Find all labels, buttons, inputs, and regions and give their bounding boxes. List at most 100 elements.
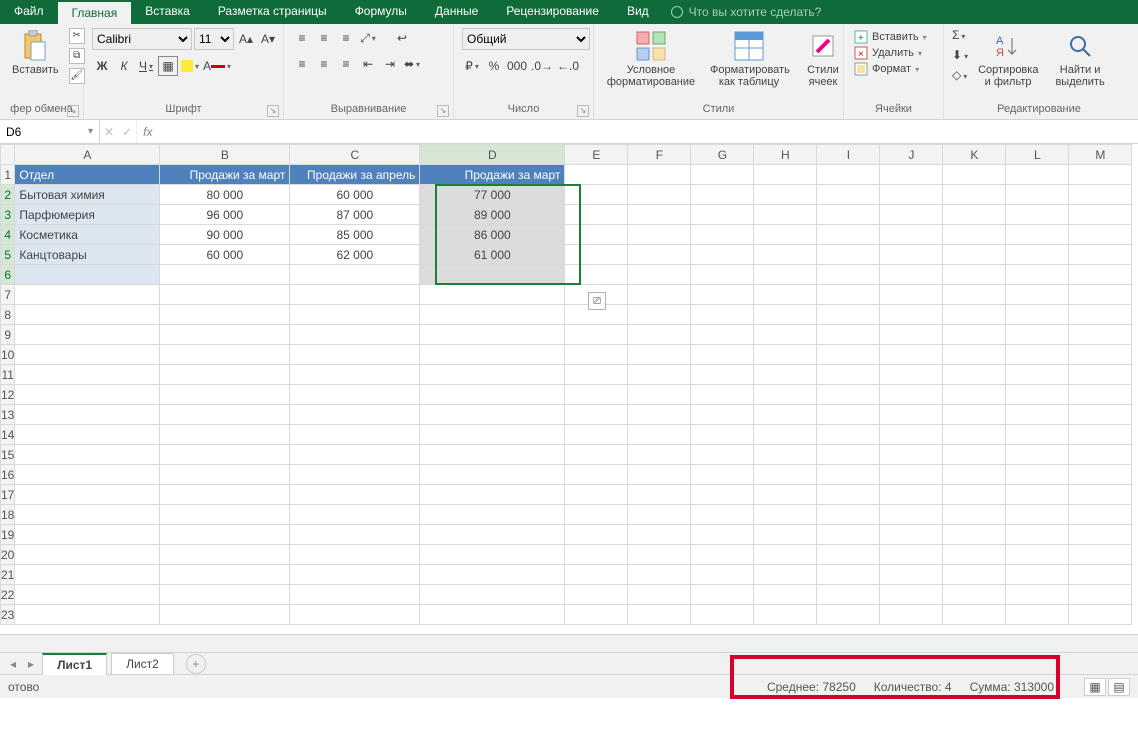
sheet-tab-2[interactable]: Лист2 <box>111 653 174 674</box>
cell[interactable]: Продажи за март <box>160 165 290 185</box>
font-color-button[interactable]: A <box>202 56 232 76</box>
tab-file[interactable]: Файл <box>0 0 58 24</box>
cell[interactable]: 96 000 <box>160 205 290 225</box>
worksheet-grid[interactable]: A B C D E F G H I J K L M 1ОтделПродажи … <box>0 144 1138 634</box>
cell[interactable] <box>420 605 565 625</box>
cell[interactable] <box>290 365 420 385</box>
cell[interactable] <box>691 385 754 405</box>
cell[interactable] <box>691 225 754 245</box>
cell[interactable] <box>691 425 754 445</box>
cell[interactable] <box>1069 305 1132 325</box>
cell[interactable] <box>1006 405 1069 425</box>
cell[interactable] <box>880 465 943 485</box>
cell[interactable] <box>943 585 1006 605</box>
copy-button[interactable]: ⧉ <box>69 48 85 64</box>
cell[interactable] <box>290 445 420 465</box>
cell[interactable] <box>691 245 754 265</box>
font-launcher[interactable]: ↘ <box>267 105 279 117</box>
cell[interactable] <box>943 325 1006 345</box>
cell[interactable] <box>1069 165 1132 185</box>
row-header[interactable]: 5 <box>1 245 15 265</box>
cell[interactable] <box>628 385 691 405</box>
cell[interactable] <box>691 525 754 545</box>
col-header-f[interactable]: F <box>628 145 691 165</box>
cell[interactable]: 90 000 <box>160 225 290 245</box>
cell[interactable] <box>943 205 1006 225</box>
cell[interactable] <box>15 445 160 465</box>
align-middle-button[interactable]: ≡ <box>314 28 334 48</box>
cell[interactable] <box>420 525 565 545</box>
cell[interactable] <box>420 385 565 405</box>
cell[interactable] <box>160 305 290 325</box>
row-header[interactable]: 7 <box>1 285 15 305</box>
cell[interactable] <box>880 285 943 305</box>
cell[interactable] <box>420 305 565 325</box>
cell[interactable]: 80 000 <box>160 185 290 205</box>
cell[interactable] <box>1006 225 1069 245</box>
cell[interactable] <box>1006 465 1069 485</box>
cell[interactable] <box>1006 205 1069 225</box>
cell[interactable]: 85 000 <box>290 225 420 245</box>
cell[interactable] <box>628 165 691 185</box>
row-header[interactable]: 16 <box>1 465 15 485</box>
cell[interactable] <box>290 505 420 525</box>
cell[interactable] <box>290 485 420 505</box>
cell[interactable] <box>754 565 817 585</box>
col-header-i[interactable]: I <box>817 145 880 165</box>
cell[interactable] <box>880 585 943 605</box>
cell[interactable] <box>160 525 290 545</box>
cell[interactable] <box>160 365 290 385</box>
insert-cells-button[interactable]: +Вставить▾ <box>854 30 933 44</box>
cell[interactable] <box>628 505 691 525</box>
col-header-k[interactable]: K <box>943 145 1006 165</box>
cell[interactable] <box>1006 325 1069 345</box>
autosum-button[interactable]: Σ <box>952 28 968 42</box>
cell[interactable] <box>817 445 880 465</box>
cell[interactable] <box>1006 505 1069 525</box>
cell[interactable] <box>628 205 691 225</box>
number-launcher[interactable]: ↘ <box>577 105 589 117</box>
cell[interactable] <box>565 365 628 385</box>
cell[interactable] <box>628 245 691 265</box>
cell[interactable] <box>420 485 565 505</box>
cell[interactable] <box>565 425 628 445</box>
cell[interactable] <box>565 505 628 525</box>
cell[interactable] <box>565 545 628 565</box>
cell[interactable] <box>1069 405 1132 425</box>
cell[interactable] <box>880 165 943 185</box>
col-header-c[interactable]: C <box>290 145 420 165</box>
cell[interactable] <box>880 425 943 445</box>
cell[interactable] <box>15 265 160 285</box>
cell[interactable] <box>628 405 691 425</box>
cell[interactable] <box>817 425 880 445</box>
enter-formula-button[interactable]: ✓ <box>122 125 132 139</box>
cell[interactable] <box>565 265 628 285</box>
cell[interactable] <box>290 325 420 345</box>
cell[interactable] <box>420 445 565 465</box>
cell[interactable] <box>943 265 1006 285</box>
cell[interactable] <box>1069 585 1132 605</box>
cell[interactable] <box>691 325 754 345</box>
cell[interactable] <box>691 465 754 485</box>
cell[interactable] <box>290 405 420 425</box>
comma-style-button[interactable]: 000 <box>506 56 528 76</box>
cell[interactable] <box>15 365 160 385</box>
col-header-g[interactable]: G <box>691 145 754 165</box>
row-header[interactable]: 17 <box>1 485 15 505</box>
cell[interactable] <box>817 205 880 225</box>
cell[interactable] <box>420 365 565 385</box>
cell[interactable] <box>943 345 1006 365</box>
cell[interactable] <box>817 505 880 525</box>
row-header[interactable]: 2 <box>1 185 15 205</box>
font-name-select[interactable]: Calibri <box>92 28 192 50</box>
cell[interactable] <box>880 185 943 205</box>
select-all-corner[interactable] <box>1 145 15 165</box>
row-header[interactable]: 4 <box>1 225 15 245</box>
cell[interactable] <box>943 385 1006 405</box>
cell[interactable] <box>420 265 565 285</box>
cell[interactable]: Канцтовары <box>15 245 160 265</box>
cell[interactable] <box>880 405 943 425</box>
font-size-select[interactable]: 11 <box>194 28 234 50</box>
cell[interactable]: 61 000 <box>420 245 565 265</box>
cell[interactable] <box>817 385 880 405</box>
